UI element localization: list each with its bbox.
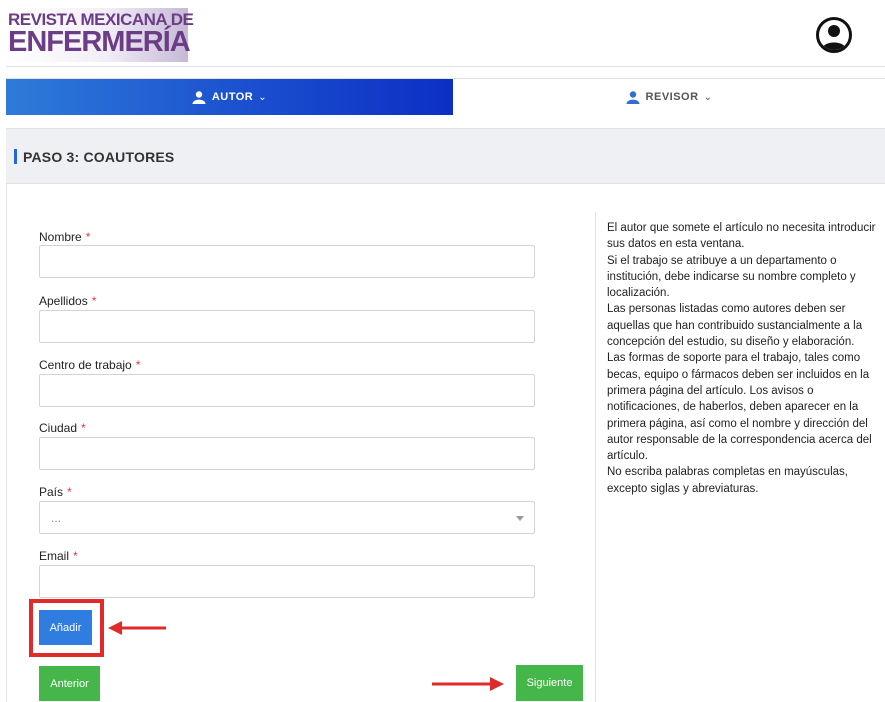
apellidos-label-text: Apellidos xyxy=(39,294,88,308)
step-header: PASO 3: COAUTORES xyxy=(6,128,885,184)
pais-selected-value: ... xyxy=(51,511,62,525)
nav-tab-revisor-label: REVISOR xyxy=(645,91,699,103)
user-icon xyxy=(626,91,640,104)
chevron-down-icon: ⌄ xyxy=(703,91,713,103)
page: REVISTA MEXICANA DE ENFERMERÍA AUTOR ⌄ R… xyxy=(0,0,885,702)
instructions-paragraph: El autor que somete el artículo no neces… xyxy=(607,222,876,251)
nombre-label-text: Nombre xyxy=(39,230,82,244)
email-input[interactable] xyxy=(39,565,535,598)
nav-tab-revisor[interactable]: REVISOR ⌄ xyxy=(453,79,885,115)
pais-label: País * xyxy=(39,485,72,499)
step-title: PASO 3: COAUTORES xyxy=(23,149,175,165)
step-accent-bar xyxy=(14,149,17,164)
previous-button[interactable]: Anterior xyxy=(39,666,100,701)
caret-down-icon xyxy=(516,516,524,521)
journal-logo[interactable]: REVISTA MEXICANA DE ENFERMERÍA xyxy=(6,8,194,62)
required-mark: * xyxy=(135,358,141,372)
user-avatar-button[interactable] xyxy=(816,17,852,53)
annotation-arrow-left-icon xyxy=(108,621,166,635)
centro-trabajo-label: Centro de trabajo * xyxy=(39,358,140,372)
email-label: Email * xyxy=(39,549,78,563)
content-border xyxy=(6,184,7,702)
required-mark: * xyxy=(81,421,86,435)
pais-select[interactable]: ... xyxy=(39,501,535,534)
email-label-text: Email xyxy=(39,549,70,563)
ciudad-label: Ciudad * xyxy=(39,421,86,435)
nav-tab-autor[interactable]: AUTOR ⌄ xyxy=(6,79,453,115)
nombre-label: Nombre * xyxy=(39,230,90,244)
centro-trabajo-label-text: Centro de trabajo xyxy=(39,358,132,372)
user-icon xyxy=(822,25,846,50)
required-mark: * xyxy=(85,230,91,244)
ciudad-label-text: Ciudad xyxy=(39,421,78,435)
chevron-down-icon: ⌄ xyxy=(258,91,268,103)
next-button[interactable]: Siguiente xyxy=(516,665,583,701)
column-divider xyxy=(595,212,596,702)
logo-line-2: ENFERMERÍA xyxy=(8,26,191,58)
pais-label-text: País xyxy=(39,485,64,499)
header-divider xyxy=(6,66,885,67)
nombre-input[interactable] xyxy=(39,245,535,278)
instructions-paragraph: Las formas de soporte para el trabajo, t… xyxy=(607,352,872,463)
instructions-paragraph: No escriba palabras completas en mayúscu… xyxy=(607,466,848,495)
apellidos-label: Apellidos * xyxy=(39,294,96,308)
instructions-panel: El autor que somete el artículo no neces… xyxy=(607,220,877,497)
ciudad-input[interactable] xyxy=(39,437,535,470)
required-mark: * xyxy=(91,294,97,308)
user-icon xyxy=(192,91,206,104)
instructions-paragraph: Las personas listadas como autores deben… xyxy=(607,303,863,349)
annotation-arrow-right-icon xyxy=(432,677,504,691)
role-nav: AUTOR ⌄ REVISOR ⌄ xyxy=(6,78,885,115)
centro-trabajo-input[interactable] xyxy=(39,374,535,407)
nav-tab-autor-label: AUTOR xyxy=(211,91,254,103)
add-coauthor-button[interactable]: Añadir xyxy=(39,610,92,645)
instructions-paragraph: Si el trabajo se atribuye a un departame… xyxy=(607,254,856,300)
required-mark: * xyxy=(73,549,78,563)
required-mark: * xyxy=(67,485,72,499)
apellidos-input[interactable] xyxy=(39,310,535,343)
